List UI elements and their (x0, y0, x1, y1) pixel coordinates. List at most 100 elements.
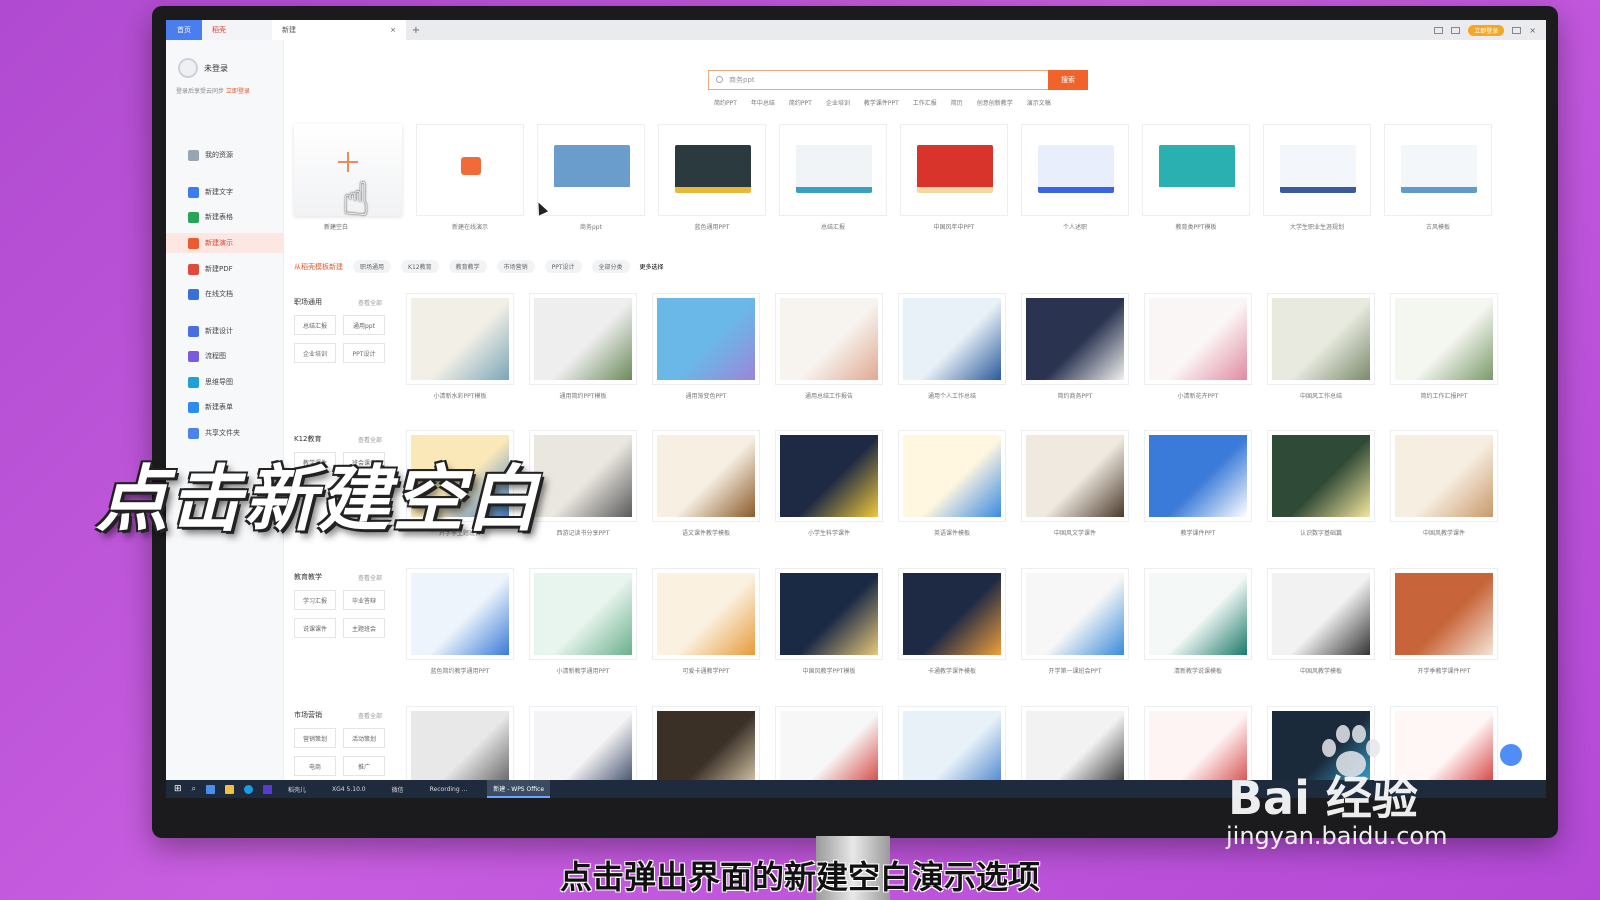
template-card[interactable] (406, 568, 514, 660)
template-card[interactable] (1384, 124, 1492, 216)
hot-tag[interactable]: 年中总结 (751, 98, 775, 107)
layout-icon[interactable] (1434, 26, 1444, 34)
subcategory-chip[interactable]: 说课课件 (294, 618, 336, 638)
template-card[interactable] (898, 293, 1006, 385)
float-help-button[interactable] (1498, 742, 1524, 768)
template-card[interactable] (1390, 293, 1498, 385)
hot-tag[interactable]: 简约PPT (714, 98, 737, 107)
hot-tag[interactable]: 简约PPT (789, 98, 812, 107)
hot-tag[interactable]: 企业培训 (826, 98, 850, 107)
template-card[interactable] (1144, 568, 1252, 660)
subcategory-chip[interactable]: 主题班会 (343, 618, 385, 638)
sidebar-item[interactable]: 流程图 (166, 346, 284, 366)
subcategory-chip[interactable]: 电商 (294, 756, 336, 776)
taskview-icon[interactable] (206, 784, 216, 794)
template-card[interactable] (1144, 293, 1252, 385)
taskbar-item[interactable]: XG4 5.10.0 (326, 786, 372, 793)
template-card[interactable] (1390, 430, 1498, 522)
windows-start-icon[interactable]: ⊞ (174, 784, 182, 794)
filter-chip[interactable]: 职场通用 (353, 260, 392, 273)
subcategory-chip[interactable]: 营销策划 (294, 728, 336, 748)
filter-chip[interactable]: PPT设计 (544, 260, 582, 273)
template-card[interactable] (775, 430, 883, 522)
search-input[interactable]: 商务ppt (708, 70, 1048, 90)
template-card[interactable] (529, 430, 637, 522)
hot-tag[interactable]: 教学课件PPT (864, 98, 899, 107)
template-card[interactable] (406, 293, 514, 385)
login-link[interactable]: 立即登录 (226, 88, 250, 95)
tab-docer[interactable]: 稻壳 (202, 20, 272, 40)
template-card[interactable] (900, 124, 1008, 216)
section-more-link[interactable]: 查看全部 (358, 711, 382, 720)
login-button[interactable]: 立即登录 (1468, 24, 1505, 36)
sidebar-item[interactable]: 新建PDF (166, 259, 284, 279)
subcategory-chip[interactable]: 企业培训 (294, 343, 336, 363)
grid-icon[interactable] (1451, 26, 1461, 34)
taskbar-item[interactable]: Recording ... (424, 786, 474, 793)
browser-icon[interactable] (244, 784, 254, 794)
template-card[interactable] (1021, 124, 1129, 216)
filter-chip[interactable]: 全部分类 (591, 260, 630, 273)
template-card[interactable] (1267, 568, 1375, 660)
sidebar-item[interactable]: 新建设计 (166, 321, 284, 341)
taskbar-item[interactable]: 微信 (386, 785, 410, 794)
taskbar-item[interactable]: 稻壳儿 (282, 785, 312, 794)
close-icon[interactable]: × (390, 26, 396, 34)
sidebar-item[interactable]: 我的资源 (166, 145, 284, 165)
sidebar-item[interactable]: 新建表格 (166, 207, 284, 227)
folder-icon[interactable] (225, 784, 235, 794)
search-taskbar-icon[interactable]: ⌕ (192, 784, 196, 794)
template-card[interactable] (898, 568, 1006, 660)
tab-new[interactable]: 新建 × (272, 20, 406, 40)
template-card[interactable] (1021, 568, 1129, 660)
sidebar-item[interactable]: 思维导图 (166, 372, 284, 392)
section-more-link[interactable]: 查看全部 (358, 573, 382, 582)
sidebar-item[interactable]: 在线文档 (166, 284, 284, 304)
taskbar-item[interactable]: 新建 - WPS Office (487, 780, 551, 798)
filter-extra[interactable]: 更多选择 (640, 262, 664, 271)
filter-chip[interactable]: 市场营销 (496, 260, 535, 273)
template-card[interactable] (658, 124, 766, 216)
template-card[interactable] (652, 568, 760, 660)
hot-tag[interactable]: 创意创新教学 (977, 98, 1013, 107)
sidebar-item[interactable]: 新建表单 (166, 397, 284, 417)
template-card[interactable] (652, 293, 760, 385)
template-card[interactable] (1390, 568, 1498, 660)
filter-chip[interactable]: 教育教学 (448, 260, 487, 273)
sidebar-item[interactable]: 新建文字 (166, 182, 284, 202)
avatar[interactable] (178, 58, 198, 78)
subcategory-chip[interactable]: 推广 (343, 756, 385, 776)
template-card[interactable] (1267, 430, 1375, 522)
user-row[interactable]: 未登录 (166, 40, 283, 78)
subcategory-chip[interactable]: 毕业答辩 (343, 590, 385, 610)
hot-tag[interactable]: 演示文稿 (1027, 98, 1051, 107)
template-card[interactable] (537, 124, 645, 216)
restore-icon[interactable] (1512, 26, 1522, 34)
template-card[interactable] (1021, 293, 1129, 385)
subcategory-chip[interactable]: 活动策划 (343, 728, 385, 748)
template-card[interactable] (898, 430, 1006, 522)
template-card[interactable] (1267, 293, 1375, 385)
sidebar-item[interactable]: 新建演示 (166, 233, 284, 253)
template-card[interactable] (1263, 124, 1371, 216)
hot-tag[interactable]: 工作汇报 (913, 98, 937, 107)
search-button[interactable]: 搜索 (1048, 70, 1088, 90)
app-icon[interactable] (263, 784, 273, 794)
template-card[interactable] (1021, 430, 1129, 522)
filter-chip[interactable]: K12教育 (401, 260, 439, 273)
template-card[interactable] (775, 293, 883, 385)
template-card[interactable] (779, 124, 887, 216)
add-tab-icon[interactable]: + (406, 20, 426, 40)
section-more-link[interactable]: 查看全部 (358, 298, 382, 307)
template-card[interactable] (775, 568, 883, 660)
subcategory-chip[interactable]: 学习汇报 (294, 590, 336, 610)
template-card[interactable] (416, 124, 524, 216)
template-card[interactable] (1144, 430, 1252, 522)
template-card[interactable] (529, 293, 637, 385)
subcategory-chip[interactable]: PPT设计 (343, 343, 385, 363)
new-blank-card[interactable]: ☝ (294, 124, 402, 226)
template-card[interactable] (529, 568, 637, 660)
subcategory-chip[interactable]: 通用ppt (343, 315, 385, 335)
tab-home[interactable]: 首页 (166, 20, 202, 40)
hot-tag[interactable]: 简历 (951, 98, 963, 107)
